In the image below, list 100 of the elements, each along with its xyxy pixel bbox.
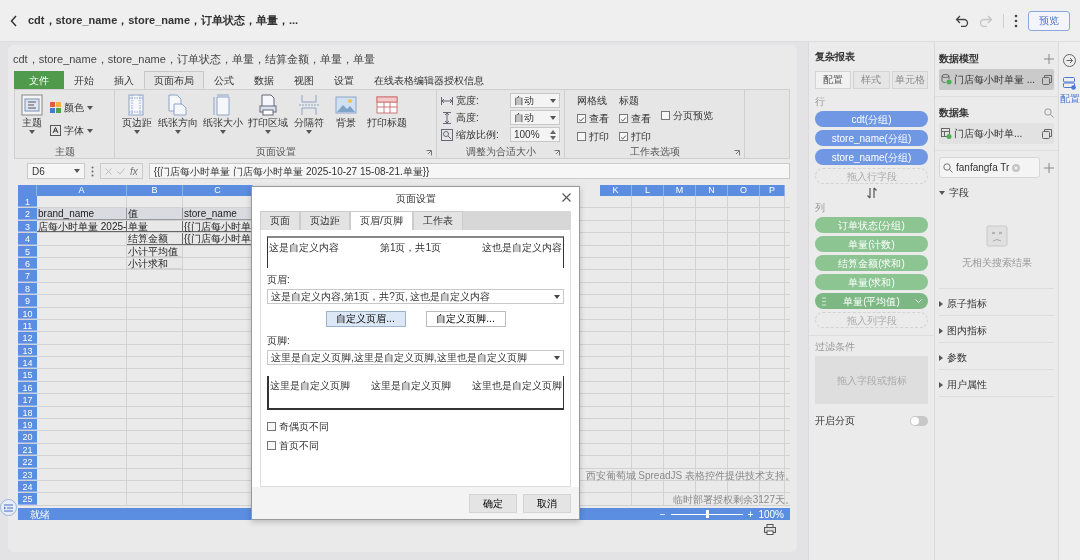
ribbon-button[interactable]: 分隔符 (291, 93, 327, 135)
column-header[interactable]: B (127, 185, 183, 196)
row-header[interactable]: 1 (18, 196, 37, 208)
checkbox[interactable] (267, 441, 276, 450)
row-header[interactable]: 9 (18, 295, 37, 307)
dialog-button[interactable]: 自定义页眉... (325, 311, 406, 327)
row-header[interactable]: 4 (18, 233, 37, 245)
select-field[interactable]: 这里是自定义页脚,这里是自定义页脚,这里也是自定义页脚 (267, 350, 564, 365)
back-icon[interactable] (10, 14, 18, 27)
row-header[interactable]: 7 (18, 270, 37, 282)
row-header[interactable]: 14 (18, 357, 37, 369)
panel-tab[interactable]: 配置 (815, 71, 852, 89)
ribbon-button[interactable]: 纸张方向 (156, 93, 200, 135)
row-header[interactable]: 15 (18, 369, 37, 381)
row-header[interactable]: 22 (18, 456, 37, 468)
config-tab[interactable]: 配置 (1059, 77, 1080, 106)
copy-icon[interactable] (1042, 74, 1052, 85)
section-header[interactable]: 参数 (939, 346, 1054, 370)
checkbox[interactable] (661, 111, 670, 120)
list-item[interactable]: 门店每小时单... (939, 123, 1054, 144)
arrow-circle-icon[interactable] (1063, 54, 1076, 67)
section-header[interactable]: 原子指标 (939, 292, 1054, 316)
dialog-button[interactable]: 自定义页脚... (425, 311, 506, 327)
ribbon-tab[interactable]: 在线表格编辑器授权信息 (364, 71, 494, 89)
column-header[interactable]: P (760, 185, 785, 196)
ribbon-button[interactable]: 打印区域 (246, 93, 290, 135)
check-icon[interactable] (117, 167, 125, 175)
field-pill[interactable]: 单量(计数) (815, 236, 928, 252)
printer-icon[interactable] (764, 524, 776, 535)
field-pill[interactable]: 单量(求和) (815, 274, 928, 290)
more-icon[interactable] (91, 165, 94, 177)
row-header[interactable]: 2 (18, 208, 37, 220)
checkbox[interactable] (577, 114, 586, 123)
name-box[interactable]: D6 (27, 163, 85, 179)
ribbon-tab[interactable]: 页面布局 (144, 71, 204, 89)
file-menu-button[interactable]: 文件 (14, 71, 64, 89)
ribbon-tab[interactable]: 设置 (324, 71, 364, 89)
field-pill[interactable]: cdt(分组) (815, 111, 928, 127)
select-field[interactable]: 这是自定义内容,第1页，共?页, 这也是自定义内容 (267, 289, 564, 304)
spin-field[interactable]: 100% (510, 127, 560, 142)
spin-icon[interactable] (550, 129, 556, 140)
column-header[interactable]: C (183, 185, 253, 196)
row-header[interactable]: 5 (18, 245, 37, 257)
zoom-out-button[interactable]: − (659, 506, 666, 522)
panel-tab[interactable]: 单元格 (891, 71, 928, 89)
slider-thumb[interactable] (705, 510, 709, 518)
close-icon[interactable] (562, 193, 571, 202)
row-header[interactable]: 19 (18, 419, 37, 431)
ribbon-tab[interactable]: 数据 (244, 71, 284, 89)
undo-icon[interactable] (955, 14, 969, 27)
dialog-tab[interactable]: 页面 (260, 211, 300, 230)
ribbon-button[interactable]: 打印标题 (365, 93, 409, 130)
row-header[interactable]: 10 (18, 307, 37, 319)
plus-icon[interactable] (1044, 53, 1054, 64)
ribbon-tab[interactable]: 视图 (284, 71, 324, 89)
ribbon-button[interactable]: 页边距 (119, 93, 155, 135)
column-header[interactable]: L (632, 185, 664, 196)
field-pill[interactable]: 单量(平均值) (815, 293, 928, 309)
column-header[interactable]: O (728, 185, 760, 196)
toggle-switch[interactable] (910, 415, 928, 426)
checkbox[interactable] (619, 114, 628, 123)
ribbon-tab[interactable]: 插入 (104, 71, 144, 89)
cancel-button[interactable]: 取消 (523, 493, 571, 513)
list-item[interactable]: 门店每小时单量 ... (939, 69, 1054, 90)
field-pill[interactable]: store_name(分组) (815, 149, 928, 165)
row-header[interactable]: 20 (18, 431, 37, 443)
field-pill[interactable]: 结算金额(求和) (815, 255, 928, 271)
row-header[interactable]: 23 (18, 468, 37, 480)
more-icon[interactable] (1014, 13, 1018, 28)
column-header[interactable]: K (600, 185, 632, 196)
column-header[interactable]: A (37, 185, 127, 196)
ok-button[interactable]: 确定 (469, 493, 517, 513)
copy-icon[interactable] (1042, 128, 1052, 139)
fx-label[interactable]: fx (130, 163, 138, 179)
section-header[interactable]: 字段 (939, 181, 1054, 204)
theme-button[interactable]: 主题 (19, 93, 45, 135)
launcher-icon[interactable] (734, 150, 740, 156)
select-field[interactable]: 自动 (510, 110, 560, 125)
launcher-icon[interactable] (426, 150, 432, 156)
field-pill[interactable]: 订单状态(分组) (815, 217, 928, 233)
row-header[interactable]: 12 (18, 332, 37, 344)
field-pill[interactable]: store_name(分组) (815, 130, 928, 146)
search-field[interactable]: fanfangfa Tr (939, 157, 1040, 178)
checkbox[interactable] (577, 132, 586, 141)
panel-tab[interactable]: 样式 (853, 71, 890, 89)
ribbon-tab[interactable]: 开始 (64, 71, 104, 89)
row-header[interactable]: 25 (18, 493, 37, 505)
launcher-icon[interactable] (554, 150, 560, 156)
zoom-in-button[interactable]: + (747, 506, 754, 522)
swap-icon[interactable] (865, 187, 878, 199)
color-button[interactable]: 颜色 (48, 99, 95, 116)
dialog-tab[interactable]: 工作表 (412, 211, 463, 230)
ribbon-tab[interactable]: 公式 (204, 71, 244, 89)
section-header[interactable]: 用户属性 (939, 373, 1054, 397)
ribbon-button[interactable]: 纸张大小 (201, 93, 245, 135)
font-button[interactable]: 字体 (48, 122, 95, 139)
section-header[interactable]: 图内指标 (939, 319, 1054, 343)
preview-button[interactable]: 预览 (1028, 10, 1070, 31)
checkbox[interactable] (267, 422, 276, 431)
plus-icon[interactable] (1044, 162, 1054, 173)
